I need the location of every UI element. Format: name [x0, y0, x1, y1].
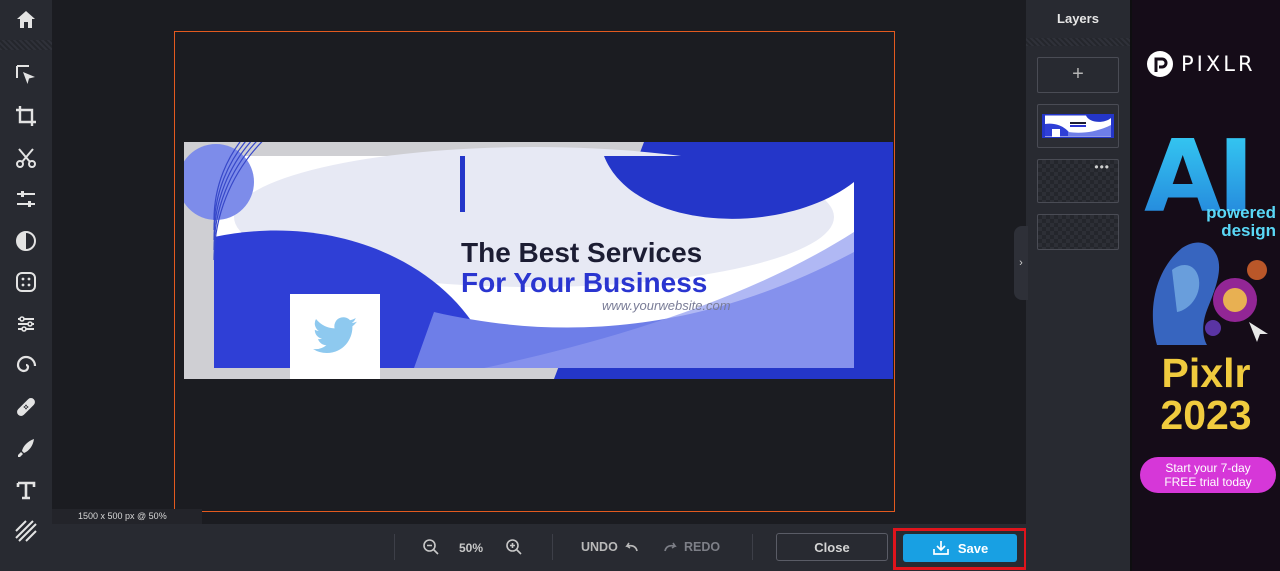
layers-divider: [1026, 38, 1130, 46]
retouch-icon: [16, 356, 37, 373]
ad-product: Pixlr 2023: [1132, 352, 1280, 436]
more-options-icon[interactable]: •••: [1094, 161, 1110, 173]
pixlr-editor: 1500 x 500 px @ 50% The Best Services Fo…: [0, 0, 1280, 571]
tool-pattern[interactable]: [0, 511, 52, 553]
tool-liquify[interactable]: [0, 303, 52, 345]
tool-cutout[interactable]: [0, 137, 52, 179]
undo-label: UNDO: [581, 540, 618, 554]
pixlr-logo-icon: [1147, 51, 1173, 77]
layer-thumbnail-empty[interactable]: •••: [1037, 159, 1119, 203]
pixlr-ad[interactable]: PIXLR AI powered design Pixlr 2023 Start…: [1132, 0, 1280, 571]
arrange-icon: [16, 64, 35, 84]
liquify-icon: [18, 315, 34, 332]
banner-image[interactable]: The Best Services For Your Business www.…: [184, 142, 893, 379]
redo-button[interactable]: REDO: [663, 540, 720, 554]
tool-crop[interactable]: [0, 96, 52, 138]
heal-icon: [17, 397, 35, 416]
banner-website: www.yourwebsite.com: [602, 298, 731, 313]
layer-thumbnail-empty[interactable]: [1037, 214, 1119, 250]
layers-panel: › Layers + •••: [1014, 0, 1130, 571]
tool-arrange[interactable]: [0, 54, 52, 96]
panel-collapse-tab[interactable]: ›: [1014, 226, 1028, 300]
save-label: Save: [957, 540, 989, 556]
adjust-icon: [17, 191, 35, 208]
close-button[interactable]: Close: [776, 533, 888, 561]
draw-icon: [18, 439, 34, 458]
layer-preview: [1042, 114, 1114, 138]
tool-draw[interactable]: [0, 428, 52, 470]
banner-title-line1: The Best Services: [461, 237, 703, 268]
tool-heal[interactable]: [0, 386, 52, 428]
ad-cta-2: FREE trial today: [1164, 475, 1252, 489]
tool-retouch[interactable]: [0, 345, 52, 387]
ad-tagline-1: powered: [1206, 203, 1276, 222]
undo-icon: [625, 542, 638, 552]
pattern-icon: [15, 520, 37, 542]
toolbar-divider: [0, 40, 52, 50]
tool-effect[interactable]: [0, 262, 52, 304]
layer-thumbnail-banner[interactable]: [1037, 104, 1119, 148]
twitter-icon: [313, 317, 357, 354]
add-layer-button[interactable]: +: [1037, 57, 1119, 93]
cutout-icon: [16, 148, 36, 168]
crop-icon: [16, 106, 36, 127]
ad-product-2: 2023: [1160, 392, 1252, 438]
filter-icon: [16, 230, 36, 251]
canvas-size-readout: 1500 x 500 px @ 50%: [52, 509, 202, 524]
bottom-bar: 50% UNDO REDO Close Save: [52, 524, 1027, 571]
tool-text[interactable]: [0, 469, 52, 511]
tool-filter[interactable]: [0, 220, 52, 262]
left-toolbar: [0, 0, 52, 571]
chevron-right-icon: ›: [1019, 257, 1023, 269]
zoom-in-icon[interactable]: [505, 538, 523, 556]
ad-product-1: Pixlr: [1161, 350, 1251, 396]
zoom-level[interactable]: 50%: [459, 541, 483, 555]
tool-adjust[interactable]: [0, 179, 52, 221]
save-button[interactable]: Save: [903, 534, 1017, 562]
bottombar-divider: [752, 534, 753, 560]
ad-trial-button[interactable]: Start your 7-day FREE trial today: [1140, 457, 1276, 493]
ad-logo-text: PIXLR: [1181, 52, 1256, 76]
text-icon: [16, 481, 36, 500]
home-button[interactable]: [0, 0, 52, 40]
redo-icon: [664, 542, 677, 552]
ad-logo: PIXLR: [1146, 50, 1256, 78]
undo-button[interactable]: UNDO: [581, 540, 639, 554]
zoom-out-icon[interactable]: [422, 538, 440, 556]
redo-label: REDO: [684, 540, 721, 554]
banner-twitter-box: [290, 294, 380, 379]
effect-icon: [16, 272, 36, 293]
ad-cta-1: Start your 7-day: [1165, 461, 1251, 475]
bottombar-divider: [394, 534, 395, 560]
ad-artwork: [1152, 242, 1268, 345]
download-icon: [932, 541, 949, 555]
home-icon: [17, 11, 35, 28]
layers-title: Layers: [1057, 11, 1099, 26]
banner-title-line2: For Your Business: [461, 267, 708, 298]
bottombar-divider: [552, 534, 553, 560]
